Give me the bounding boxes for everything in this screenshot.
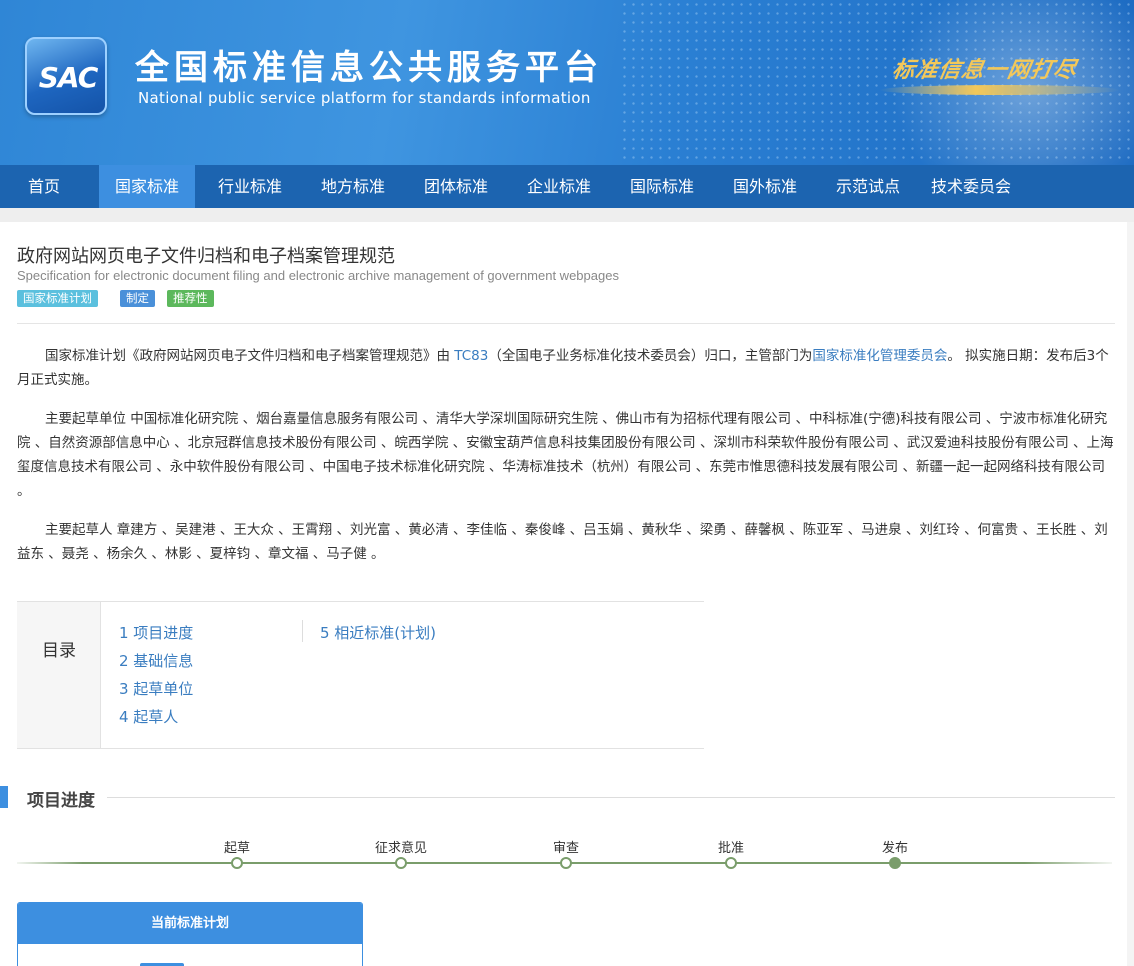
stage-dot bbox=[231, 857, 243, 869]
slogan-swoosh bbox=[880, 85, 1120, 95]
stage-dot bbox=[560, 857, 572, 869]
nav-item-national-standard[interactable]: 国家标准 bbox=[99, 165, 195, 208]
nav-item-industry-standard[interactable]: 行业标准 bbox=[202, 165, 298, 208]
table-of-contents: 目录 1 项目进度 2 基础信息 3 起草单位 4 起草人 5 相近标准(计划) bbox=[17, 601, 704, 749]
tc-link[interactable]: TC83 bbox=[454, 348, 488, 364]
stage-label: 发布 bbox=[881, 841, 908, 856]
nav-item-pilot[interactable]: 示范试点 bbox=[820, 165, 916, 208]
scrollbar-track[interactable] bbox=[1127, 222, 1134, 966]
drafting-units-paragraph: 主要起草单位 中国标准化研究院 、烟台嘉量信息服务有限公司 、清华大学深圳国际研… bbox=[17, 411, 1114, 499]
main-nav: 首页 国家标准 行业标准 地方标准 团体标准 企业标准 国际标准 国外标准 示范… bbox=[0, 165, 1134, 208]
stage-dot bbox=[889, 857, 901, 869]
nav-item-foreign-standard[interactable]: 国外标准 bbox=[717, 165, 813, 208]
section-title-progress: 项目进度 bbox=[27, 791, 95, 811]
current-plan-card: 当前标准计划 bbox=[17, 902, 363, 966]
page-title-en: Specification for electronic document fi… bbox=[17, 268, 619, 283]
divider bbox=[17, 323, 1115, 324]
page-title: 政府网站网页电子文件归档和电子档案管理规范 bbox=[17, 246, 395, 267]
badge-stage: 制定 bbox=[120, 290, 155, 307]
intro-prefix: 国家标准计划《政府网站网页电子文件归档和电子档案管理规范》由 bbox=[45, 348, 455, 364]
nav-item-international-standard[interactable]: 国际标准 bbox=[614, 165, 710, 208]
nav-item-home[interactable]: 首页 bbox=[0, 165, 88, 208]
badge-nature: 推荐性 bbox=[167, 290, 214, 307]
section-divider bbox=[107, 797, 1115, 798]
stage-dot bbox=[395, 857, 407, 869]
toc-link-progress[interactable]: 1 项目进度 bbox=[119, 622, 193, 643]
toc-label-cell: 目录 bbox=[17, 602, 101, 748]
nav-item-group-standard[interactable]: 团体标准 bbox=[408, 165, 504, 208]
sac-logo[interactable]: SAC bbox=[25, 37, 107, 115]
nav-item-enterprise-standard[interactable]: 企业标准 bbox=[511, 165, 607, 208]
stage-label: 征求意见 bbox=[374, 841, 427, 856]
site-subtitle: National public service platform for sta… bbox=[138, 89, 591, 107]
nav-shadow-strip bbox=[0, 208, 1134, 222]
nav-item-tech-committee[interactable]: 技术委员会 bbox=[923, 165, 1019, 208]
toc-link-basic-info[interactable]: 2 基础信息 bbox=[119, 650, 193, 671]
drafters-paragraph: 主要起草人 章建方 、吴建港 、王大众 、王霄翔 、刘光富 、黄必清 、李佳临 … bbox=[17, 522, 1108, 562]
toc-label: 目录 bbox=[42, 641, 76, 661]
intro-middle: （全国电子业务标准化技术委员会）归口，主管部门为 bbox=[488, 348, 813, 364]
stage-label: 起草 bbox=[223, 841, 250, 856]
slogan: 标准信息一网打尽 bbox=[890, 57, 1079, 83]
site-title: 全国标准信息公共服务平台 bbox=[135, 48, 603, 88]
toc-link-drafting-units[interactable]: 3 起草单位 bbox=[119, 678, 193, 699]
card-title: 当前标准计划 bbox=[18, 903, 362, 944]
dept-link[interactable]: 国家标准化管理委员会 bbox=[812, 348, 947, 364]
badge-plan-type: 国家标准计划 bbox=[17, 290, 98, 307]
logo-text: SAC bbox=[38, 61, 99, 94]
header-banner: SAC 全国标准信息公共服务平台 National public service… bbox=[0, 0, 1134, 165]
toc-link-drafters[interactable]: 4 起草人 bbox=[119, 706, 178, 727]
section-marker bbox=[0, 786, 8, 808]
nav-item-local-standard[interactable]: 地方标准 bbox=[305, 165, 401, 208]
stage-dot bbox=[725, 857, 737, 869]
stage-label: 审查 bbox=[552, 841, 579, 856]
intro-paragraph: 国家标准计划《政府网站网页电子文件归档和电子档案管理规范》由 TC83（全国电子… bbox=[17, 344, 1115, 392]
toc-link-similar-standards[interactable]: 5 相近标准(计划) bbox=[320, 622, 436, 643]
toc-separator bbox=[302, 620, 303, 642]
stage-label: 批准 bbox=[717, 841, 744, 856]
